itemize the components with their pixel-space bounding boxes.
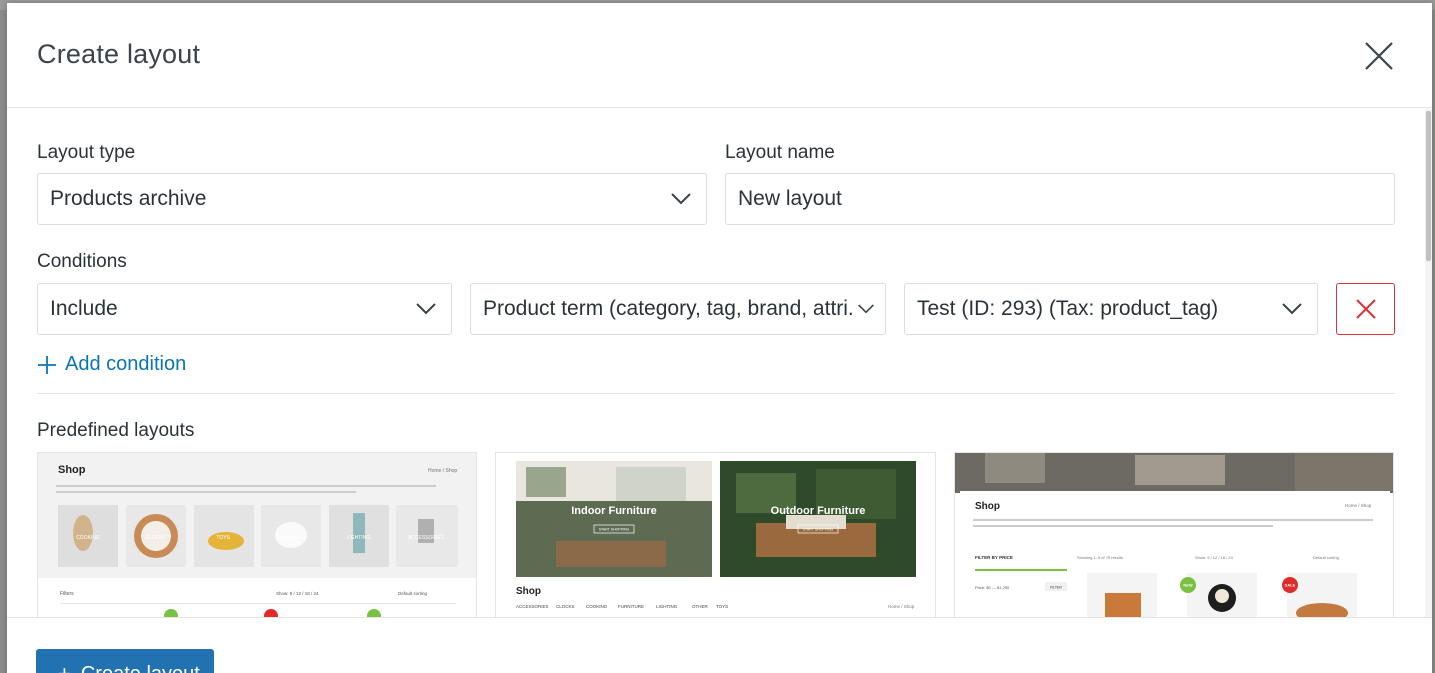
predefined-layout-2[interactable]: Indoor Furniture Outdoor Furniture Shop … — [495, 452, 936, 622]
close-icon — [1365, 42, 1393, 70]
condition-term-value: Test (ID: 293) (Tax: product_tag) — [917, 297, 1219, 320]
preview-2-category-link: TOYS — [716, 604, 728, 609]
preview-3-results: Showing 1–9 of 79 results — [1077, 555, 1123, 560]
predefined-layout-1[interactable]: Shop Home / Shop COOKING CLOCKS TOYS FURNIT… — [37, 452, 477, 622]
layout-type-label: Layout type — [37, 142, 136, 163]
divider — [37, 393, 1395, 394]
preview-3-title: Shop — [975, 501, 1000, 512]
layout-preview-1: Shop Home / Shop COOKING CLOCKS TOYS FURNIT… — [38, 453, 476, 621]
chevron-down-icon — [1282, 303, 1302, 315]
layout-type-value: Products archive — [50, 187, 207, 210]
modal-footer: + Create layout — [7, 617, 1432, 673]
remove-condition-button[interactable] — [1336, 283, 1395, 335]
preview-1-filter: Filters — [60, 591, 74, 597]
chevron-down-icon — [671, 193, 691, 205]
layout-name-input[interactable] — [725, 173, 1395, 225]
create-layout-modal: Create layout Layout type Products archi… — [7, 3, 1432, 673]
preview-2-banner-button: START SHOPPING — [803, 528, 834, 532]
preview-2-category-link: ACCESSORIES — [516, 604, 549, 609]
preview-2-category-nav: ACCESSORIES CLOCKS COOKING FURNITURE LIGHTIN… — [516, 604, 728, 609]
plus-icon — [38, 355, 56, 374]
close-button[interactable] — [1362, 39, 1396, 73]
preview-1-sorting: Default sorting — [398, 591, 428, 596]
preview-1-show: Show: 9 / 12 / 18 / 24 — [276, 591, 319, 596]
layout-type-select[interactable]: Products archive — [37, 173, 707, 225]
preview-3-price: Price: $0 — $1,290 — [975, 585, 1010, 590]
modal-header: Create layout — [7, 3, 1432, 108]
preview-2-breadcrumb: Home / Shop — [888, 604, 915, 609]
modal-title: Create layout — [37, 39, 201, 69]
preview-3-sorting: Default sorting — [1313, 555, 1339, 560]
add-condition-label: Add condition — [65, 353, 187, 375]
preview-1-category-label: FURNITURE — [276, 535, 306, 541]
condition-rule-value: Product term (category, tag, brand, attr… — [483, 297, 853, 320]
close-icon — [1355, 299, 1376, 319]
preview-2-banner-left: Indoor Furniture — [571, 505, 657, 517]
condition-term-select[interactable]: Test (ID: 293) (Tax: product_tag) — [904, 283, 1318, 335]
condition-mode-value: Include — [50, 297, 118, 320]
layout-name-label: Layout name — [725, 142, 835, 163]
predefined-layout-3[interactable]: Shop Home / Shop FILTER BY PRICE Price: … — [954, 452, 1394, 622]
condition-rule-select[interactable]: Product term (category, tag, brand, attr… — [470, 283, 886, 335]
predefined-layouts-label: Predefined layouts — [37, 420, 195, 441]
preview-3-badge-new: NEW — [1183, 583, 1193, 588]
add-condition-link[interactable]: Add condition — [37, 353, 186, 376]
condition-mode-select[interactable]: Include — [37, 283, 452, 335]
preview-2-category-link: OTHER — [692, 604, 709, 609]
preview-2-category-link: LIGHTING — [656, 604, 678, 609]
preview-3-breadcrumb: Home / Shop — [1345, 503, 1372, 508]
create-layout-button[interactable]: + Create layout — [36, 649, 214, 673]
preview-3-filter-button: FILTER — [1050, 586, 1062, 590]
preview-2-banner-button: START SHOPPING — [599, 528, 630, 532]
layout-preview-3: Shop Home / Shop FILTER BY PRICE Price: … — [955, 453, 1393, 621]
preview-2-category-link: CLOCKS — [556, 604, 575, 609]
preview-1-category-label: ACCESSORIES — [408, 535, 445, 541]
chevron-down-icon — [416, 303, 436, 315]
preview-1-category-label: COOKING — [76, 535, 100, 541]
chevron-down-icon — [858, 304, 874, 314]
plus-icon: + — [58, 661, 71, 673]
preview-2-title: Shop — [516, 586, 541, 597]
preview-1-breadcrumb: Home / Shop — [428, 468, 457, 474]
preview-3-show: Show: 9 / 12 / 18 / 24 — [1195, 555, 1234, 560]
create-layout-label: Create layout — [81, 663, 200, 673]
modal-scrollbar[interactable] — [1425, 109, 1432, 619]
scrollbar-thumb[interactable] — [1426, 111, 1431, 261]
preview-1-title: Shop — [58, 464, 86, 476]
preview-2-category-link: FURNITURE — [618, 604, 644, 609]
preview-1-category-label: CLOCKS — [145, 535, 166, 541]
preview-2-banner-right: Outdoor Furniture — [771, 505, 866, 517]
preview-3-filter: FILTER BY PRICE — [975, 555, 1013, 560]
layout-preview-2: Indoor Furniture Outdoor Furniture Shop … — [496, 453, 935, 621]
preview-3-badge-sale: SALE — [1285, 583, 1296, 588]
conditions-label: Conditions — [37, 251, 127, 272]
preview-2-category-link: COOKING — [586, 604, 608, 609]
preview-1-category-label: LIGHTING — [347, 535, 371, 541]
preview-1-category-label: TOYS — [216, 535, 230, 541]
